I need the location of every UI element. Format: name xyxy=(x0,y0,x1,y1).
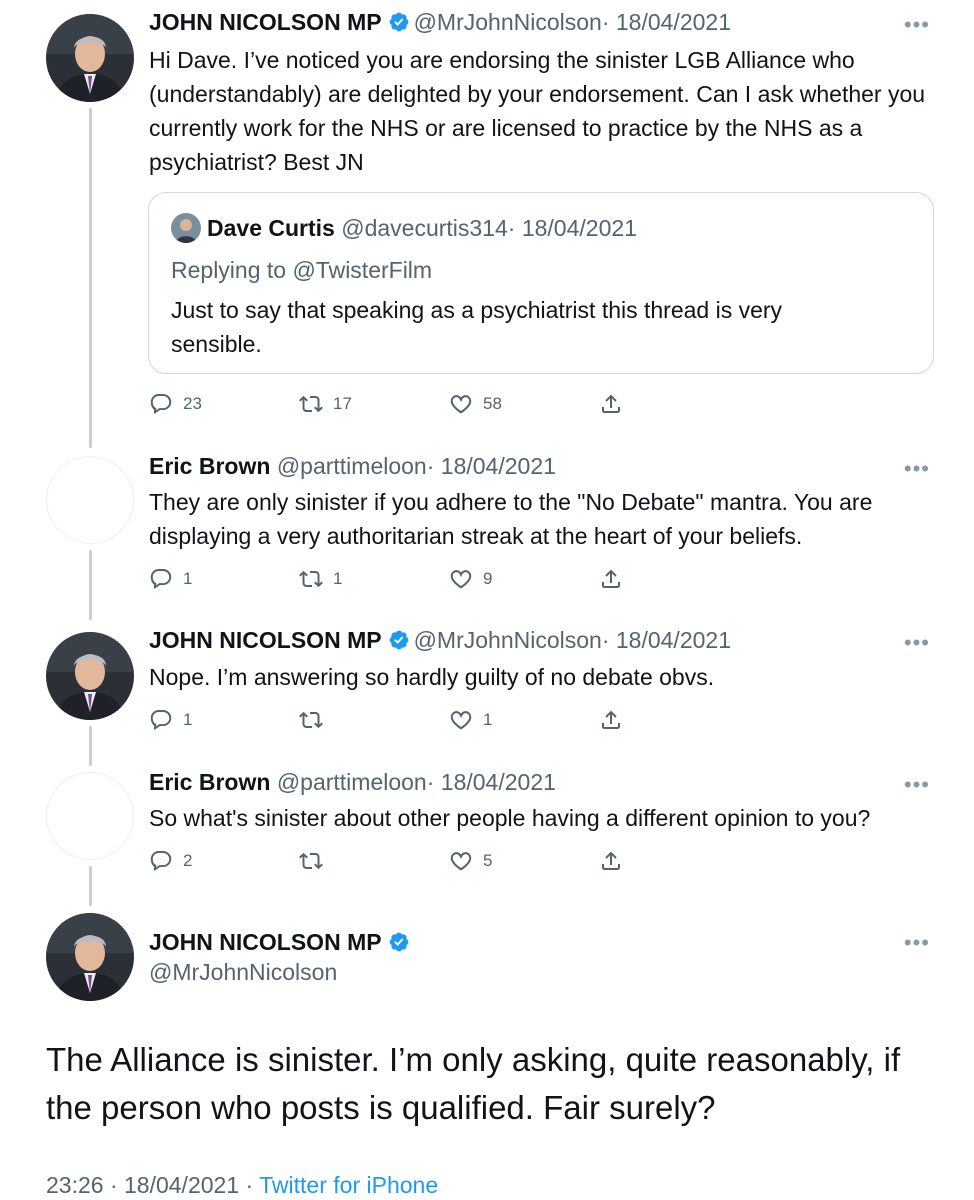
share-button[interactable] xyxy=(599,846,633,876)
reply-icon xyxy=(149,567,173,591)
quote-date: · 18/04/2021 xyxy=(507,215,637,241)
heart-icon xyxy=(449,708,473,732)
tweet-header: JOHN NICOLSON MP @MrJohnNicolson· 18/04/2… xyxy=(149,626,731,654)
tweet-actions: 1 1 9 xyxy=(149,564,629,594)
retweet-icon xyxy=(299,849,323,873)
author-handle[interactable]: @parttimeloon xyxy=(277,453,427,479)
quote-author-name: Dave Curtis xyxy=(207,215,335,241)
tweet-header: Eric Brown @parttimeloon· 18/04/2021 xyxy=(149,452,556,480)
share-icon xyxy=(599,849,623,873)
avatar[interactable] xyxy=(46,632,134,720)
author-handle[interactable]: @MrJohnNicolson xyxy=(414,627,602,653)
tweet-timestamp[interactable]: 23:26 · 18/04/2021 · xyxy=(46,1172,253,1198)
thread-line xyxy=(89,866,92,906)
author-handle[interactable]: @MrJohnNicolson xyxy=(149,958,337,986)
retweet-icon xyxy=(299,708,323,732)
main-tweet-header: JOHN NICOLSON MP xyxy=(149,928,414,956)
reply-button[interactable]: 23 xyxy=(149,389,202,419)
more-options-icon[interactable]: ••• xyxy=(904,12,930,38)
heart-icon xyxy=(449,392,473,416)
author-name[interactable]: Eric Brown xyxy=(149,453,270,479)
share-button[interactable] xyxy=(599,389,633,419)
like-count: 58 xyxy=(483,394,502,413)
retweet-count: 1 xyxy=(333,569,343,588)
share-icon xyxy=(599,567,623,591)
reply-icon xyxy=(149,392,173,416)
share-button[interactable] xyxy=(599,564,633,594)
main-tweet-text: The Alliance is sinister. I’m only askin… xyxy=(46,1041,901,1126)
more-options-icon[interactable]: ••• xyxy=(904,930,930,956)
tweet-date[interactable]: · 18/04/2021 xyxy=(602,9,731,35)
retweet-button[interactable]: 1 xyxy=(299,564,342,594)
tweet-date[interactable]: · 18/04/2021 xyxy=(427,769,556,795)
share-icon xyxy=(599,392,623,416)
tweet-text: So what's sinister about other people ha… xyxy=(149,805,871,831)
retweet-button[interactable] xyxy=(299,705,333,735)
tweet-date[interactable]: · 18/04/2021 xyxy=(427,453,556,479)
tweet-text: Nope. I’m answering so hardly guilty of … xyxy=(149,664,715,690)
like-count: 1 xyxy=(483,710,493,729)
retweet-button[interactable]: 17 xyxy=(299,389,352,419)
reply-button[interactable]: 1 xyxy=(149,705,192,735)
quote-header: Dave Curtis @davecurtis314· 18/04/2021 xyxy=(207,215,637,242)
author-name[interactable]: Eric Brown xyxy=(149,769,270,795)
retweet-count: 17 xyxy=(333,394,352,413)
retweet-icon xyxy=(299,567,323,591)
replying-to: Replying to @TwisterFilm xyxy=(171,257,433,283)
reply-count: 2 xyxy=(183,851,193,870)
retweet-icon xyxy=(299,392,323,416)
tweet-text: They are only sinister if you adhere to … xyxy=(149,489,873,549)
reply-count: 1 xyxy=(183,710,193,729)
heart-icon xyxy=(449,849,473,873)
more-options-icon[interactable]: ••• xyxy=(904,630,930,656)
avatar[interactable] xyxy=(46,772,134,860)
tweet-actions: 2 5 xyxy=(149,846,629,876)
retweet-button[interactable] xyxy=(299,846,333,876)
like-button[interactable]: 5 xyxy=(449,846,492,876)
verified-badge-icon xyxy=(388,629,410,651)
author-name[interactable]: JOHN NICOLSON MP xyxy=(149,9,382,35)
like-button[interactable]: 9 xyxy=(449,564,492,594)
avatar[interactable] xyxy=(171,213,201,243)
tweet-header: JOHN NICOLSON MP @MrJohnNicolson· 18/04/2… xyxy=(149,8,731,36)
reply-icon xyxy=(149,708,173,732)
tweet-date[interactable]: · 18/04/2021 xyxy=(602,627,731,653)
share-button[interactable] xyxy=(599,705,633,735)
verified-badge-icon xyxy=(388,11,410,33)
reply-count: 1 xyxy=(183,569,193,588)
thread-line xyxy=(89,108,92,448)
reply-button[interactable]: 1 xyxy=(149,564,192,594)
like-button[interactable]: 1 xyxy=(449,705,492,735)
author-name[interactable]: JOHN NICOLSON MP xyxy=(149,627,382,653)
share-icon xyxy=(599,708,623,732)
author-name[interactable]: JOHN NICOLSON MP xyxy=(149,929,382,955)
reply-count: 23 xyxy=(183,394,202,413)
more-options-icon[interactable]: ••• xyxy=(904,772,930,798)
heart-icon xyxy=(449,567,473,591)
thread-line xyxy=(89,726,92,766)
like-count: 5 xyxy=(483,851,493,870)
tweet-actions: 23 17 58 xyxy=(149,389,629,419)
reply-icon xyxy=(149,849,173,873)
quote-author-handle: @davecurtis314 xyxy=(341,215,508,241)
tweet-actions: 1 1 xyxy=(149,705,629,735)
reply-button[interactable]: 2 xyxy=(149,846,192,876)
like-count: 9 xyxy=(483,569,493,588)
tweet-source-link[interactable]: Twitter for iPhone xyxy=(259,1172,438,1198)
tweet-header: Eric Brown @parttimeloon· 18/04/2021 xyxy=(149,768,556,796)
avatar[interactable] xyxy=(46,14,134,102)
quote-text: Just to say that speaking as a psychiatr… xyxy=(171,297,783,357)
quoted-tweet[interactable]: Dave Curtis @davecurtis314· 18/04/2021 R… xyxy=(148,192,934,374)
avatar[interactable] xyxy=(46,913,134,1001)
thread-line xyxy=(89,550,92,620)
tweet-text: Hi Dave. I’ve noticed you are endorsing … xyxy=(149,47,926,175)
avatar[interactable] xyxy=(46,456,134,544)
verified-badge-icon xyxy=(388,931,410,953)
author-handle[interactable]: @MrJohnNicolson xyxy=(414,9,602,35)
like-button[interactable]: 58 xyxy=(449,389,502,419)
more-options-icon[interactable]: ••• xyxy=(904,456,930,482)
tweet-meta: 23:26 · 18/04/2021 · Twitter for iPhone xyxy=(46,1172,438,1199)
author-handle[interactable]: @parttimeloon xyxy=(277,769,427,795)
